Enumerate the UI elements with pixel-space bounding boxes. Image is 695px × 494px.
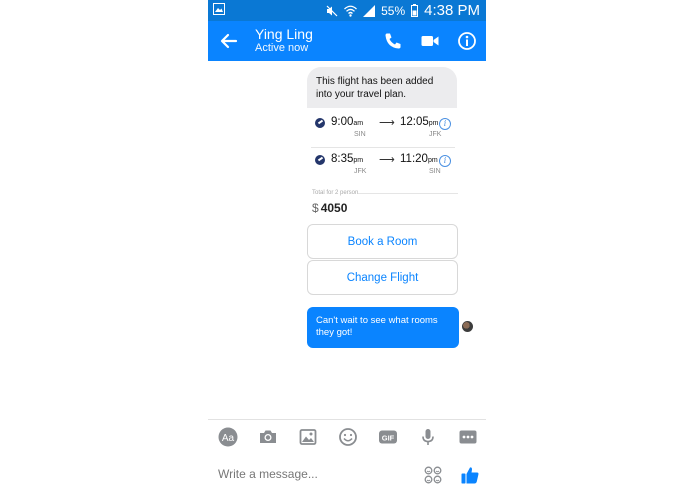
- flight-leg[interactable]: 8:35pm ⟶ 11:20pm JFK SIN i: [315, 153, 453, 183]
- route-arrow: ⟶: [379, 117, 395, 129]
- total-label: Total for 2 person: [312, 190, 359, 196]
- flight-info-icon[interactable]: i: [439, 155, 451, 167]
- gallery-notification-icon: [213, 3, 225, 15]
- back-arrow-icon[interactable]: [218, 30, 240, 52]
- compose-bar: Write a message...: [208, 458, 486, 492]
- text-style-icon[interactable]: Aa: [218, 427, 238, 447]
- departure-time: 9:00am: [331, 116, 364, 128]
- outgoing-message-bubble: Can't wait to see what rooms they got!: [307, 307, 459, 348]
- battery-percent: 55%: [381, 3, 406, 18]
- arrival-time: 11:20pm: [400, 153, 438, 165]
- sticker-icon[interactable]: [424, 466, 442, 484]
- phone-call-icon[interactable]: [383, 31, 403, 51]
- gif-icon[interactable]: GIF: [378, 427, 398, 447]
- status-bar: 55% 4:38 PM: [208, 0, 486, 21]
- destination-code: SIN: [429, 168, 441, 175]
- thumbs-up-icon[interactable]: [460, 465, 480, 485]
- battery-icon: [411, 4, 419, 17]
- messenger-screen: 55% 4:38 PM Ying Ling Active now This fl…: [208, 0, 486, 494]
- book-room-button[interactable]: Book a Room: [307, 224, 458, 259]
- wifi-icon: [344, 5, 358, 17]
- composer-toolbar: Aa GIF: [208, 427, 486, 449]
- video-call-icon[interactable]: [420, 31, 440, 51]
- active-status: Active now: [255, 42, 309, 54]
- route-arrow: ⟶: [379, 154, 395, 166]
- destination-code: JFK: [429, 131, 442, 138]
- divider: [208, 419, 486, 420]
- camera-icon[interactable]: [258, 427, 278, 447]
- cell-signal-icon: [363, 4, 376, 17]
- departure-time: 8:35pm: [331, 153, 364, 165]
- total-price: $4050: [312, 201, 348, 215]
- svg-text:Aa: Aa: [222, 433, 235, 444]
- emoji-icon[interactable]: [338, 427, 358, 447]
- change-flight-button[interactable]: Change Flight: [307, 260, 458, 295]
- message-thread: This flight has been added into your tra…: [208, 61, 486, 419]
- conversation-header: Ying Ling Active now: [208, 21, 486, 61]
- origin-code: SIN: [354, 131, 366, 138]
- svg-text:GIF: GIF: [382, 433, 395, 442]
- itinerary-message: This flight has been added into your tra…: [307, 67, 457, 108]
- info-icon[interactable]: [457, 31, 477, 51]
- divider: [358, 193, 458, 194]
- airline-logo-icon: [315, 118, 325, 128]
- divider: [311, 147, 455, 148]
- status-indicators: 55% 4:38 PM: [326, 0, 480, 21]
- arrival-time: 12:05pm: [400, 116, 439, 128]
- flight-itinerary-card: This flight has been added into your tra…: [307, 67, 457, 219]
- flight-leg[interactable]: 9:00am ⟶ 12:05pm SIN JFK i: [315, 116, 453, 146]
- seen-avatar: [462, 321, 473, 332]
- airline-logo-icon: [315, 155, 325, 165]
- microphone-icon[interactable]: [418, 427, 438, 447]
- origin-code: JFK: [354, 168, 367, 175]
- contact-name[interactable]: Ying Ling: [255, 26, 313, 42]
- gallery-icon[interactable]: [298, 427, 318, 447]
- flight-info-icon[interactable]: i: [439, 118, 451, 130]
- mute-icon: [326, 5, 338, 16]
- message-input[interactable]: Write a message...: [218, 467, 318, 481]
- clock: 4:38 PM: [424, 2, 480, 19]
- more-options-icon[interactable]: [458, 427, 478, 447]
